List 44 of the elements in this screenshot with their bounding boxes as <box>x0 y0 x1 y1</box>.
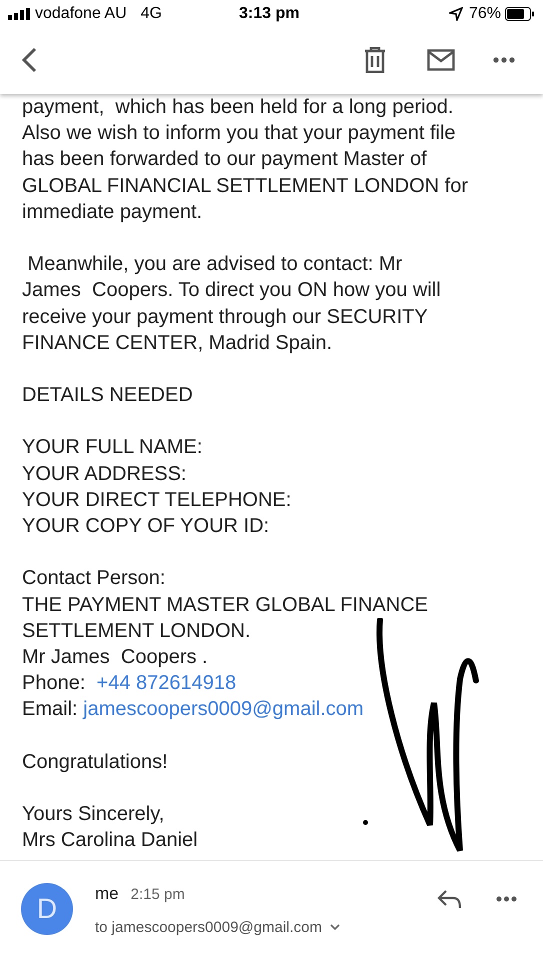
message-time: 2:15 pm <box>130 885 185 905</box>
body-text-line: Meanwhile, you are advised to contact: Mr <box>26 252 402 278</box>
recipient-line: to jamescoopers0009@gmail.com <box>95 918 322 938</box>
battery-icon <box>505 7 535 21</box>
chevron-down-icon[interactable] <box>330 924 340 932</box>
signal-icon <box>8 8 32 20</box>
body-text-line: YOUR DIRECT TELEPHONE: <box>22 488 292 513</box>
body-text-line: DETAILS NEEDED <box>22 383 193 408</box>
body-text-line: THE PAYMENT MASTER GLOBAL FINANCE <box>22 592 428 618</box>
body-text-line: has been forwarded to our payment Master of <box>22 147 427 172</box>
link[interactable]: jamescoopers0009@gmail.com <box>83 696 364 722</box>
body-text-line: Congratulations! <box>22 750 168 775</box>
body-text-line: James Coopers. To direct you ON how you will <box>22 278 441 304</box>
dot-mark <box>363 820 368 825</box>
body-text-line: Phone: <box>22 671 86 696</box>
body-text-line: Contact Person: <box>22 566 166 592</box>
body-text-line: Yours Sincerely, <box>22 802 164 828</box>
location-arrow-icon <box>448 7 463 21</box>
body-text-line: Mr James Coopers . <box>22 644 208 670</box>
body-text-line: SETTLEMENT LONDON. <box>22 618 251 644</box>
body-text-line: FINANCE CENTER, Madrid Spain. <box>22 330 332 356</box>
back-icon[interactable] <box>21 47 37 73</box>
more-icon[interactable] <box>493 57 515 63</box>
body-text-line: YOUR COPY OF YOUR ID: <box>22 514 270 539</box>
status-time: 3:13 pm <box>238 4 300 24</box>
body-text-line: payment, which has been held for a long period. <box>22 95 454 120</box>
sender-name: me <box>95 883 119 905</box>
reply-icon[interactable] <box>437 890 462 909</box>
network-type: 4G <box>140 4 162 24</box>
battery-percent: 76% <box>468 4 501 24</box>
body-text-line: Email: <box>22 697 79 722</box>
link[interactable]: +44 872614918 <box>96 670 236 696</box>
body-text-line: receive your payment through our SECURITY <box>22 304 428 330</box>
body-text-line: YOUR FULL NAME: <box>22 435 202 460</box>
body-text-line: Mrs Carolina Daniel <box>22 828 198 854</box>
avatar: D <box>21 883 73 935</box>
body-text-line: Also we wish to inform you that your payment file <box>22 121 456 146</box>
mail-icon[interactable] <box>427 49 455 71</box>
carrier-name: vodafone AU <box>35 4 127 24</box>
trash-icon[interactable] <box>364 47 386 73</box>
more-icon[interactable] <box>496 896 517 902</box>
body-text-line: GLOBAL FINANCIAL SETTLEMENT LONDON for <box>22 174 468 199</box>
body-text-line: immediate payment. <box>22 200 202 225</box>
body-text-line: YOUR ADDRESS: <box>22 462 186 487</box>
